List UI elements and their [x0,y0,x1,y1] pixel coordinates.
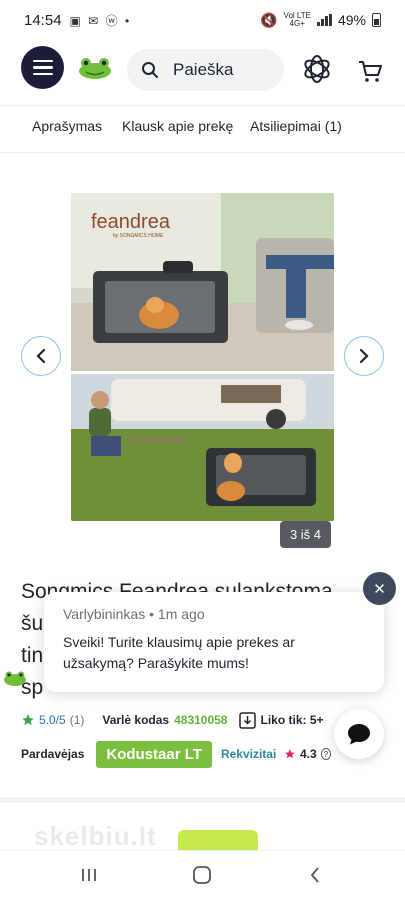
recent-apps-icon[interactable] [77,863,101,887]
code-label: Varlė kodas [102,713,170,727]
seller-row: Pardavėjas Kodustaar LT Rekvizitai 4.3 ? [21,740,331,768]
stock-download-icon [239,711,257,729]
rating-value[interactable]: 5.0/5 [39,713,66,727]
tab-ask-question[interactable]: Klausk apie prekę [122,118,233,134]
seller-score: 4.3 [299,747,317,761]
close-icon[interactable]: ✕ [363,572,396,605]
star-icon [22,714,34,726]
seller-star-icon [285,749,296,759]
system-nav-bar [0,850,405,900]
chat-popup[interactable]: Varlybininkas • 1m ago Sveiki! Turite kl… [44,592,384,692]
chat-fab-button[interactable] [334,709,384,759]
gallery-prev-button[interactable] [21,336,61,376]
brand-logo: feandrea [91,211,170,233]
battery-icon [372,13,381,27]
tab-description[interactable]: Aprašymas [32,118,102,134]
brand-sub: by SONGMICS HOME [113,233,164,239]
battery-percent: 49% [337,12,366,28]
tab-reviews[interactable]: Atsiliepimai (1) [250,118,342,134]
app-header: Paieška [0,44,405,98]
bottom-section: skelbiu.lt [0,803,405,850]
help-icon[interactable]: ? [320,748,331,760]
home-icon[interactable] [190,863,214,887]
signal-icon [316,14,332,26]
mute-icon: 🔇 [260,11,278,28]
search-icon [142,62,158,78]
status-time: 14:54 [24,11,62,29]
chat-sender: Varlybininkas • 1m ago [63,606,205,622]
chevron-right-icon [359,348,369,364]
seller-name-button[interactable]: Kodustaar LT [96,740,212,768]
back-icon[interactable] [303,863,327,887]
image-counter: 3 iš 4 [280,521,331,548]
chevron-left-icon [36,348,46,364]
product-tabs: Aprašymas Klausk apie prekę Atsiliepimai… [0,105,405,153]
watermark: skelbiu.lt [34,821,157,850]
promo-banner[interactable] [178,830,258,850]
stock-label: Liko tik: 5+ [260,713,324,727]
search-placeholder: Paieška [173,60,234,79]
network-indicator: Vol LTE 4G+ [283,11,311,28]
status-bar: 14:54 ▣ ✉ ⓦ • 🔇 Vol LTE 4G+ 49% [0,0,405,40]
code-value: 48310058 [174,713,228,727]
seller-details-link[interactable]: Rekvizitai [221,747,276,761]
frog-logo-icon[interactable] [78,57,112,79]
chat-bubble-icon [348,724,370,745]
menu-button[interactable] [21,46,64,89]
ai-assistant-icon[interactable] [300,52,334,86]
chat-avatar-frog-icon [4,671,26,686]
chat-message: Sveiki! Turite klausimų apie prekes ar u… [63,634,295,671]
rating-count: (1) [69,713,85,727]
seller-label: Pardavėjas [21,747,85,761]
product-photo [71,193,334,521]
notification-icons: ▣ ✉ ⓦ • [69,13,132,28]
cart-icon[interactable] [357,58,383,84]
product-image[interactable]: feandrea by SONGMICS HOME [71,193,334,521]
search-input[interactable]: Paieška [127,49,284,91]
gallery-next-button[interactable] [344,336,384,376]
